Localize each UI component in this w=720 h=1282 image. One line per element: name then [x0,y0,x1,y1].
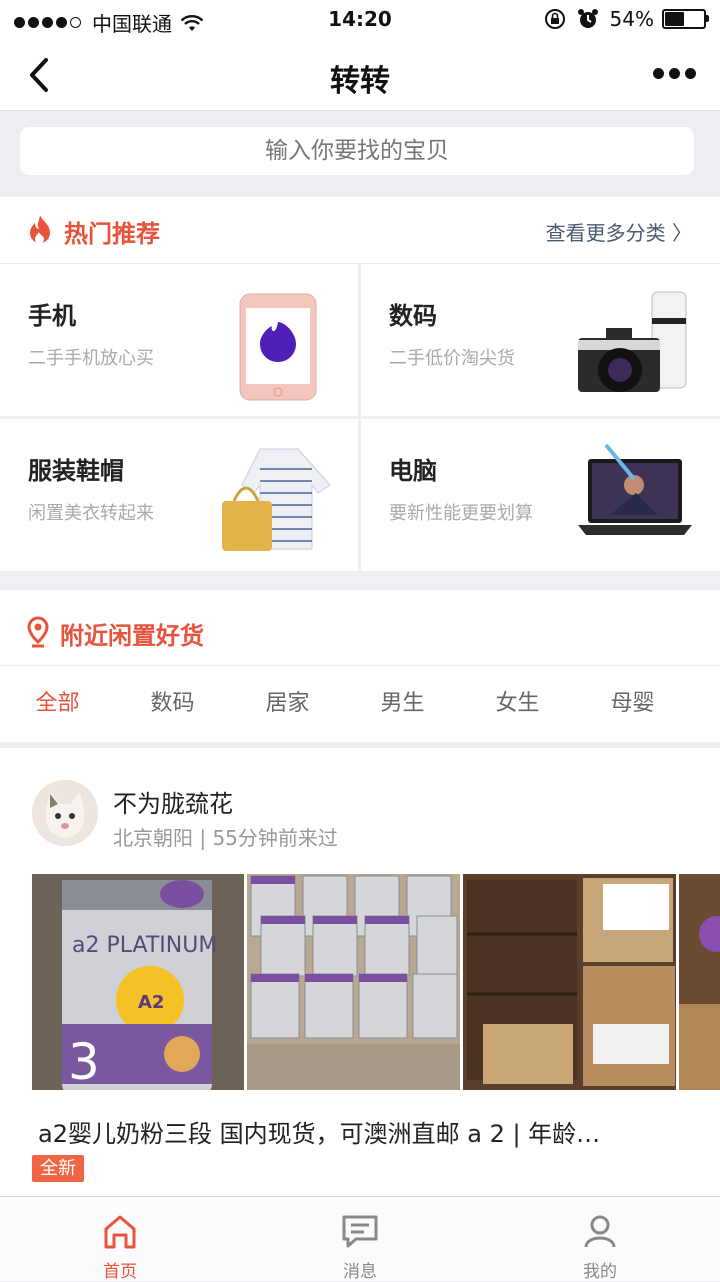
rotation-lock-icon [544,9,565,29]
tab-home[interactable]: 居家 [230,666,345,742]
listing-photo[interactable] [247,874,460,1090]
clothes-image [222,448,331,551]
page-title: 转转 [330,64,390,99]
tab-baby[interactable]: 母婴 [575,666,690,742]
category-card-computer[interactable]: 电脑 要新性能更要划算 [361,419,720,571]
tab-digital[interactable]: 数码 [115,666,230,742]
location-pin-icon [27,616,49,648]
bottom-tab-bar: 首页 消息 我的 [0,1196,720,1282]
search-bar-container: 输入你要找的宝贝 [0,111,720,197]
category-card-digital[interactable]: 数码 二手低价淘尖货 [361,264,720,416]
home-icon [104,1215,136,1249]
phone-image [239,293,317,401]
category-desc: 二手手机放心买 [28,348,154,369]
category-name: 数码 [389,302,437,330]
avatar[interactable] [32,780,98,846]
battery-percent: 54% [609,7,654,31]
category-desc: 要新性能更要划算 [389,503,533,524]
tab-label: 我的 [583,1262,617,1282]
listing-card[interactable]: 不为胧巯花 北京朝阳 | 55分钟前来过 a2 PLATINUM A2 3 a2婴儿… [0,748,720,1196]
alarm-icon [577,9,598,28]
category-desc: 二手低价淘尖货 [389,348,515,369]
camera-image [578,291,687,392]
listing-photo[interactable] [463,874,676,1090]
hot-recommend-title: 热门推荐 [64,220,160,248]
cat-avatar-image [32,780,98,846]
seller-name[interactable]: 不为胧巯花 [113,784,233,819]
tab-men[interactable]: 男生 [345,666,460,742]
status-bar: 中国联通 14:20 54% [0,0,720,40]
category-name: 电脑 [389,457,437,485]
category-card-clothing[interactable]: 服装鞋帽 闲置美衣转起来 [0,419,358,571]
navigation-bar: 转转 [0,40,720,111]
category-card-phone[interactable]: 手机 二手手机放心买 [0,264,358,416]
search-input[interactable]: 输入你要找的宝贝 [20,127,694,175]
category-name: 手机 [28,302,76,330]
can-label: a2 PLATINUM [72,933,217,958]
can-number: 3 [68,1033,100,1090]
nearby-header: 附近闲置好货 [0,590,720,666]
message-icon [342,1215,378,1248]
condition-badge: 全新 [32,1155,84,1182]
more-dots-icon[interactable] [648,68,696,79]
tab-mine[interactable]: 我的 [480,1197,720,1282]
tab-home-page[interactable]: 首页 [0,1197,240,1282]
tab-all[interactable]: 全部 [0,666,115,742]
listing-photo[interactable]: a2 PLATINUM A2 3 [32,874,244,1090]
tab-messages[interactable]: 消息 [240,1197,480,1282]
nearby-title: 附近闲置好货 [60,622,204,650]
hot-recommend-header: 热门推荐 查看更多分类 〉 [0,197,720,264]
chevron-right-icon: 〉 [672,221,692,245]
status-right: 54% [544,7,709,31]
tab-label: 首页 [103,1262,137,1282]
can-sublabel: A2 [138,992,164,1013]
laptop-image [578,443,692,535]
view-more-categories-link[interactable]: 查看更多分类 〉 [546,217,692,246]
seller-location-time: 北京朝阳 | 55分钟前来过 [113,826,338,850]
user-icon [584,1215,616,1248]
listing-title[interactable]: a2婴儿奶粉三段 国内现货，可澳洲直邮 a 2 | 年龄… [38,1114,688,1149]
tab-label: 消息 [343,1262,377,1282]
fire-icon [30,215,50,244]
listing-photo[interactable] [679,874,720,1090]
category-name: 服装鞋帽 [28,457,124,485]
view-more-label: 查看更多分类 [545,221,666,245]
tab-women[interactable]: 女生 [460,666,575,742]
category-desc: 闲置美衣转起来 [28,503,154,524]
nearby-tabs: 全部 数码 居家 男生 女生 母婴 [0,666,720,742]
battery-icon [662,9,709,29]
